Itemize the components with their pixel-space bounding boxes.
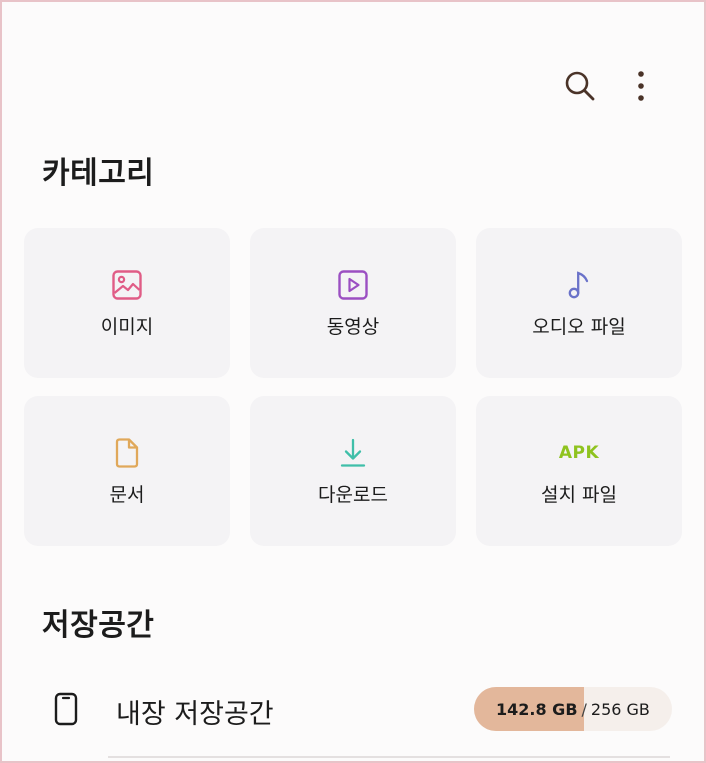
apk-icon: APK — [558, 443, 600, 463]
music-note-icon — [568, 271, 589, 299]
search-icon — [565, 71, 595, 101]
storage-label: 내장 저장공간 — [116, 699, 274, 730]
divider — [108, 756, 670, 758]
categories-title: 카테고리 — [42, 156, 155, 191]
category-label: 다운로드 — [318, 484, 388, 506]
category-label: 이미지 — [100, 316, 154, 338]
category-videos[interactable]: 동영상 — [250, 228, 456, 378]
category-downloads[interactable]: 다운로드 — [250, 396, 456, 546]
category-label: 문서 — [109, 484, 145, 506]
category-audio[interactable]: 오디오 파일 — [476, 228, 682, 378]
more-vertical-icon — [638, 71, 644, 101]
category-label: 설치 파일 — [541, 484, 617, 506]
category-images[interactable]: 이미지 — [24, 228, 230, 378]
category-label: 동영상 — [326, 316, 380, 338]
internal-storage-row[interactable]: 내장 저장공간 142.8 GB/256 GB — [2, 674, 704, 754]
storage-title: 저장공간 — [42, 608, 155, 643]
document-icon — [115, 438, 139, 468]
search-button[interactable] — [558, 64, 602, 108]
storage-capacity-bar: 142.8 GB/256 GB — [474, 687, 672, 731]
storage-used: 142.8 GB — [496, 699, 578, 719]
storage-separator: / — [581, 699, 587, 719]
phone-icon — [54, 692, 78, 726]
app-frame: 카테고리 이미지 동영상 오디오 파일 문서 다운로드 APK 설치 파일 저장… — [0, 0, 706, 763]
storage-total: 256 GB — [590, 699, 650, 719]
download-icon — [340, 438, 366, 467]
category-documents[interactable]: 문서 — [24, 396, 230, 546]
category-installation-files[interactable]: APK 설치 파일 — [476, 396, 682, 546]
play-icon — [338, 270, 368, 300]
image-icon — [112, 270, 142, 300]
more-options-button[interactable] — [619, 64, 663, 108]
category-label: 오디오 파일 — [532, 316, 626, 338]
